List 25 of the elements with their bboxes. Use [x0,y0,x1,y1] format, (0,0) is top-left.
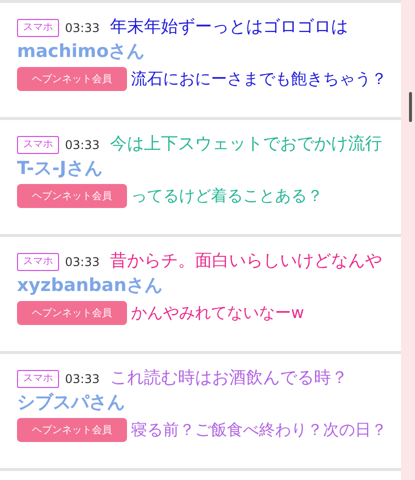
post-time: 03:33 [65,371,100,388]
device-tag: スマホ [17,253,59,271]
user-name: machimoさん [17,43,146,61]
device-tag: スマホ [17,136,59,154]
device-tag: スマホ [17,19,59,37]
scrollbar[interactable] [409,92,412,122]
member-button[interactable]: ヘブンネット会員 [17,184,127,208]
caption-line: 年末年始ずーっとはゴロゴロは [110,16,348,39]
caption-line: 流石におにーさまでも飽きちゃう？ [131,68,387,90]
user-name: シブスパさん [17,394,126,412]
caption-line: 寝る前？ご飯食べ終わり？次の日？ [131,419,387,441]
user-name: xyzbanbanさん [17,277,164,295]
device-tag: スマホ [17,370,59,388]
caption-line: かんやみれてないなーw [131,302,304,324]
post-time: 03:33 [65,254,100,271]
member-button[interactable]: ヘブンネット会員 [17,67,127,91]
user-name: T-ス-Jさん [17,160,104,178]
caption-line: これ読む時はお酒飲んでる時？ [110,367,348,390]
caption-line: ってるけど着ることある？ [131,185,323,207]
caption-line: 昔からチ。面白いらしいけどなんや [110,250,382,273]
caption-line: 今は上下スウェットでおでかけ流行 [110,133,382,156]
post-time: 03:33 [65,20,100,37]
post-time: 03:33 [65,137,100,154]
member-button[interactable]: ヘブンネット会員 [17,301,127,325]
member-button[interactable]: ヘブンネット会員 [17,418,127,442]
